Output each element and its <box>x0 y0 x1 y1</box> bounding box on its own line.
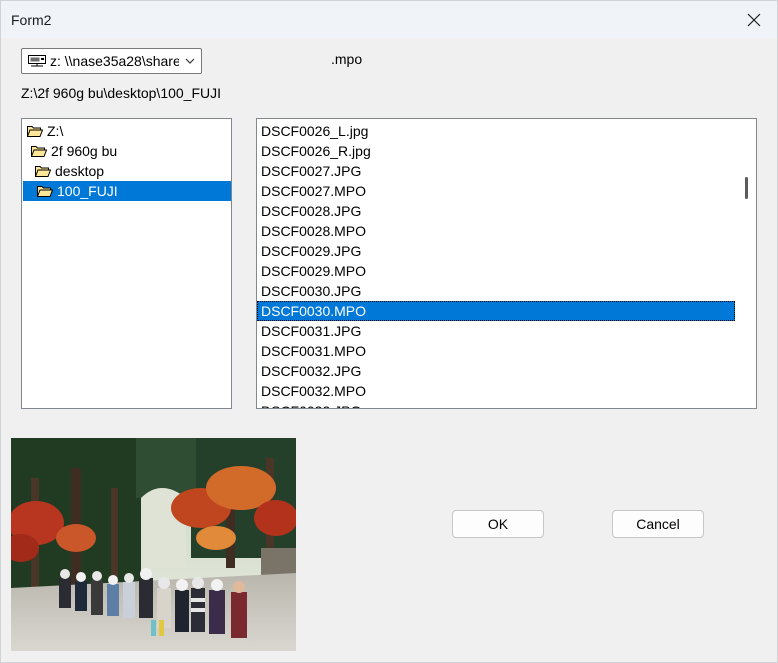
file-list-item[interactable]: DSCF0026_R.jpg <box>257 141 735 161</box>
title-bar: Form2 <box>0 0 778 38</box>
directory-item-root[interactable]: Z:\ <box>25 121 230 141</box>
file-list-item[interactable]: DSCF0029.MPO <box>257 261 735 281</box>
open-folder-icon <box>31 146 47 157</box>
file-list-item[interactable]: DSCF0031.MPO <box>257 341 735 361</box>
directory-item-desktop[interactable]: desktop <box>33 161 230 181</box>
file-list-scrollbar[interactable] <box>736 119 756 408</box>
ok-button[interactable]: OK <box>452 510 544 538</box>
cancel-button[interactable]: Cancel <box>612 510 704 538</box>
file-list-item[interactable]: DSCF0028.MPO <box>257 221 735 241</box>
close-button[interactable] <box>731 1 777 39</box>
file-rows: DSCF0026_L.jpg DSCF0026_R.jpg DSCF0027.JPG… <box>257 121 735 408</box>
preview-photo <box>11 438 296 651</box>
directory-item-label: desktop <box>55 163 105 179</box>
open-folder-icon <box>35 166 51 177</box>
directory-item-100-fuji[interactable]: 100_FUJI <box>23 181 231 201</box>
current-path-label: Z:\2f 960g bu\desktop\100_FUJI <box>21 85 222 101</box>
file-list-item[interactable]: DSCF0029.JPG <box>257 241 735 261</box>
window-title: Form2 <box>11 12 52 28</box>
file-list-item[interactable]: DSCF0030.MPO <box>257 301 735 321</box>
image-preview <box>11 438 296 651</box>
directory-item-label: Z:\ <box>47 123 64 139</box>
file-list-item[interactable]: DSCF0027.JPG <box>257 161 735 181</box>
close-icon <box>747 13 761 27</box>
chevron-down-icon[interactable] <box>179 49 201 73</box>
extension-label: .mpo <box>331 51 363 67</box>
drive-select-value: z: \\nase35a28\share <box>50 53 179 69</box>
file-list-item[interactable]: DSCF0030.JPG <box>257 281 735 301</box>
drive-select[interactable]: z: \\nase35a28\share <box>21 48 202 74</box>
file-list-item[interactable]: DSCF0031.JPG <box>257 321 735 341</box>
scrollbar-thumb[interactable] <box>745 177 748 199</box>
directory-item-2f-960g-bu[interactable]: 2f 960g bu <box>29 141 230 161</box>
directory-item-label: 100_FUJI <box>57 183 118 199</box>
file-list-item[interactable]: DSCF0033.JPG <box>257 401 735 408</box>
directory-list[interactable]: Z:\ 2f 960g bu desktop 100_FUJI <box>21 118 232 409</box>
open-folder-icon <box>37 186 53 197</box>
network-drive-icon <box>28 55 46 67</box>
file-list-item[interactable]: DSCF0027.MPO <box>257 181 735 201</box>
file-list-item[interactable]: DSCF0032.MPO <box>257 381 735 401</box>
open-folder-icon <box>27 126 43 137</box>
file-list[interactable]: DSCF0026_L.jpg DSCF0026_R.jpg DSCF0027.JPG… <box>256 118 757 409</box>
directory-item-label: 2f 960g bu <box>51 143 118 159</box>
file-list-item[interactable]: DSCF0028.JPG <box>257 201 735 221</box>
file-list-item[interactable]: DSCF0026_L.jpg <box>257 121 735 141</box>
file-list-item[interactable]: DSCF0032.JPG <box>257 361 735 381</box>
